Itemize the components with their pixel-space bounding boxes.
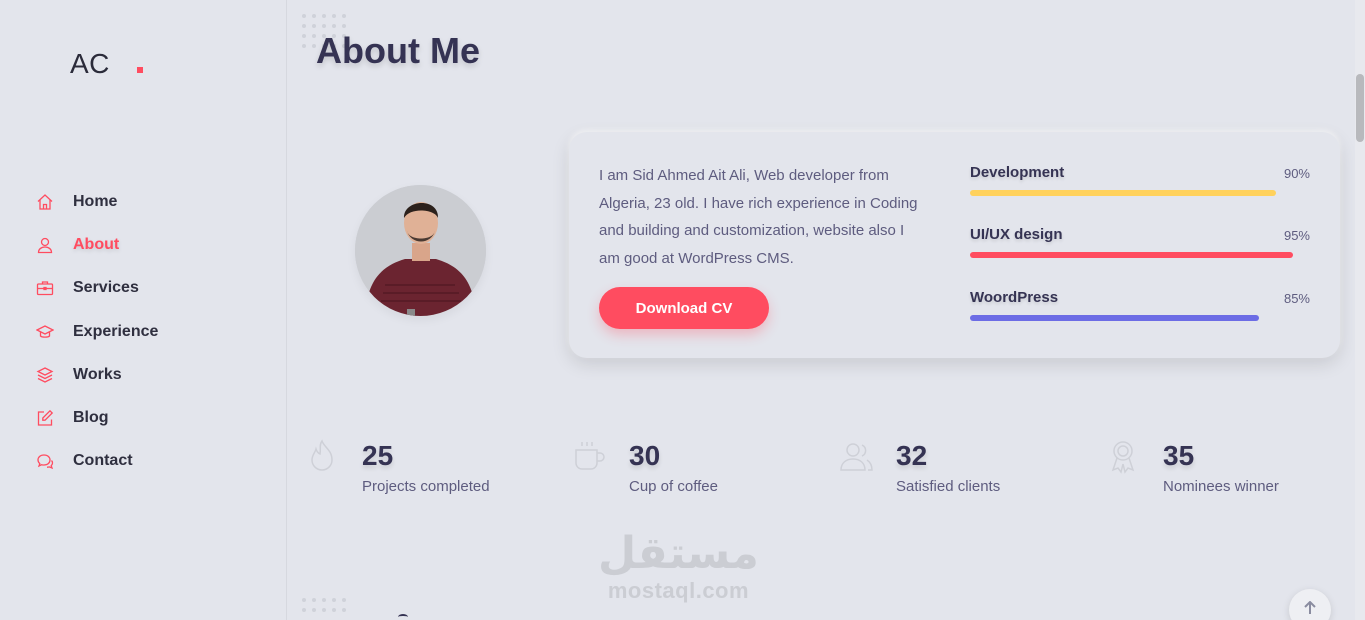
fire-icon <box>304 438 340 474</box>
next-section-glyph <box>398 614 408 620</box>
avatar <box>355 185 486 316</box>
skill-development: Development 90% <box>970 164 1310 196</box>
page-scrollbar[interactable] <box>1355 0 1365 620</box>
edit-icon <box>36 409 54 427</box>
skill-bar-track <box>970 190 1310 196</box>
fact-projects: 25 Projects completed <box>311 439 490 495</box>
skill-name: WoordPress <box>970 289 1059 306</box>
user-icon <box>36 236 54 254</box>
fact-label: Projects completed <box>362 478 490 495</box>
home-icon <box>36 193 54 211</box>
fact-number: 35 <box>1163 440 1195 471</box>
nav-label: Services <box>73 279 139 296</box>
arrow-up-icon <box>1303 600 1317 620</box>
nav-item-home[interactable]: Home <box>36 187 117 217</box>
award-icon <box>1105 438 1141 474</box>
watermark-arabic: مستقل <box>598 529 759 578</box>
logo[interactable]: AC <box>70 48 110 80</box>
watermark: مستقل mostaql.com <box>598 530 759 604</box>
download-cv-button[interactable]: Download CV <box>599 287 769 329</box>
skill-bar-fill <box>970 190 1276 196</box>
fact-number: 32 <box>896 440 928 471</box>
nav-item-experience[interactable]: Experience <box>36 317 158 347</box>
skill-percent: 95% <box>1283 228 1310 243</box>
briefcase-icon <box>36 279 54 297</box>
fact-coffee: 30 Cup of coffee <box>575 440 718 495</box>
decorative-dots <box>302 598 346 612</box>
nav-label: Contact <box>73 452 133 469</box>
skill-bar-fill <box>970 252 1293 258</box>
nav-label: Blog <box>73 409 109 426</box>
nav-label: Home <box>73 193 118 210</box>
skill-uiux: UI/UX design 95% <box>970 226 1310 258</box>
skill-wordpress: WoordPress 85% <box>970 289 1310 321</box>
nav-item-about[interactable]: About <box>36 230 119 260</box>
chat-bubbles-icon <box>36 452 54 470</box>
skill-name: Development <box>970 164 1065 181</box>
sidebar: AC Home About Services Experience Works … <box>0 0 287 620</box>
fact-clients: 32 Satisfied clients <box>840 440 1001 495</box>
fact-number: 25 <box>362 440 394 471</box>
nav-label: About <box>73 236 120 253</box>
fact-label: Nominees winner <box>1163 478 1279 495</box>
fact-label: Cup of coffee <box>629 478 718 495</box>
nav-item-blog[interactable]: Blog <box>36 403 109 433</box>
logo-dot <box>137 67 143 73</box>
scrollbar-thumb[interactable] <box>1356 74 1364 142</box>
scroll-to-top-button[interactable] <box>1289 589 1331 620</box>
skill-bar-track <box>970 315 1310 321</box>
nav-item-works[interactable]: Works <box>36 360 122 390</box>
skill-percent: 90% <box>1283 166 1310 181</box>
nav-item-contact[interactable]: Contact <box>36 446 133 476</box>
fact-number: 30 <box>629 440 661 471</box>
skill-bar-track <box>970 252 1310 258</box>
nav-label: Experience <box>73 323 159 340</box>
fact-nominees: 35 Nominees winner <box>1111 440 1279 495</box>
skill-name: UI/UX design <box>970 226 1063 243</box>
fact-label: Satisfied clients <box>896 478 1001 495</box>
watermark-latin: mostaql.com <box>607 578 750 603</box>
coffee-cup-icon <box>571 438 607 474</box>
bio-text: I am Sid Ahmed Ait Ali, Web developer fr… <box>599 167 918 267</box>
skill-percent: 85% <box>1283 291 1310 306</box>
users-icon <box>838 438 874 474</box>
skill-bar-fill <box>970 315 1259 321</box>
section-title: About Me <box>316 30 480 71</box>
layers-icon <box>36 366 54 384</box>
nav-item-services[interactable]: Services <box>36 273 139 303</box>
nav-label: Works <box>73 366 122 383</box>
graduation-cap-icon <box>36 323 54 341</box>
